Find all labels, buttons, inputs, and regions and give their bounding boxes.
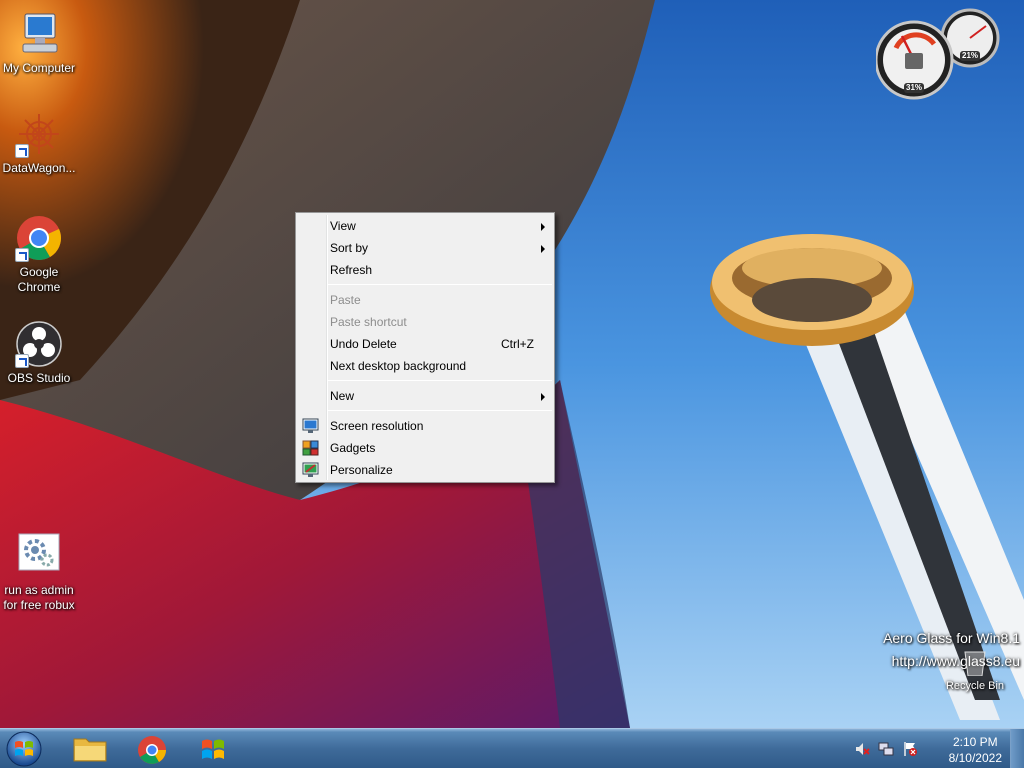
- menu-item-label: Next desktop background: [330, 359, 467, 373]
- chrome-icon: [138, 736, 166, 764]
- menu-separator: [328, 410, 552, 411]
- menu-separator: [328, 380, 552, 381]
- start-button[interactable]: [4, 730, 44, 768]
- menu-item-refresh[interactable]: Refresh: [296, 259, 554, 281]
- gauge-dials: [876, 8, 1000, 100]
- show-desktop-button[interactable]: [1010, 729, 1024, 768]
- menu-item-label: Paste shortcut: [330, 315, 407, 329]
- desktop-icon-label: DataWagon...: [2, 161, 76, 175]
- submenu-arrow-icon: [541, 393, 545, 401]
- menu-item-personalize[interactable]: Personalize: [296, 459, 554, 481]
- taskbar-file-explorer-button[interactable]: [62, 731, 118, 767]
- cpu-usage-readout: 31%: [904, 83, 925, 93]
- menu-item-label: Gadgets: [330, 441, 376, 455]
- shortcut-arrow-icon: [15, 144, 29, 158]
- menu-item-shortcut: Ctrl+Z: [501, 337, 534, 351]
- desktop-icon-label: Google Chrome: [17, 265, 61, 294]
- desktop-context-menu: View Sort by Refresh Paste Paste shortcu…: [295, 212, 555, 483]
- network-icon[interactable]: [878, 741, 894, 757]
- desktop-icon-google-chrome[interactable]: Google Chrome: [0, 214, 78, 295]
- taskbar-clock[interactable]: 2:10 PM 8/10/2022: [949, 734, 1002, 766]
- chrome-icon: [15, 214, 63, 262]
- desktop-icon-my-computer[interactable]: My Computer: [0, 10, 78, 76]
- menu-item-label: Sort by: [330, 241, 369, 255]
- clock-date: 8/10/2022: [948, 751, 1002, 765]
- menu-item-label: View: [330, 219, 356, 233]
- taskbar-windows-button[interactable]: [186, 731, 242, 767]
- computer-icon: [15, 10, 63, 58]
- desktop-icon-recycle-bin[interactable]: Recycle Bin: [936, 650, 1014, 694]
- menu-item-paste-shortcut: Paste shortcut: [296, 311, 554, 333]
- menu-item-gadgets[interactable]: Gadgets: [296, 437, 554, 459]
- menu-item-view[interactable]: View: [296, 215, 554, 237]
- datawagon-icon: [15, 110, 63, 158]
- desktop-icon-label: Recycle Bin: [945, 680, 1005, 692]
- personalize-icon: [302, 462, 319, 477]
- desktop-icon-label: OBS Studio: [7, 371, 71, 385]
- recycle-bin-icon: [951, 650, 999, 677]
- taskbar: 2:10 PM 8/10/2022: [0, 728, 1024, 768]
- memory-usage-readout: 21%: [960, 51, 981, 61]
- gadgets-icon: [302, 440, 319, 456]
- desktop-icon-obs-studio[interactable]: OBS Studio: [0, 320, 78, 386]
- windows-flag-icon: [202, 739, 224, 759]
- submenu-arrow-icon: [541, 245, 545, 253]
- menu-item-new[interactable]: New: [296, 385, 554, 407]
- menu-item-sort-by[interactable]: Sort by: [296, 237, 554, 259]
- shortcut-arrow-icon: [15, 248, 29, 262]
- obs-icon: [15, 320, 63, 368]
- desktop[interactable]: My Computer DataWagon... Google Chrome O…: [0, 0, 1024, 728]
- clock-time: 2:10 PM: [952, 735, 998, 749]
- settings-gear-icon: [15, 532, 63, 580]
- desktop-icon-run-as-admin[interactable]: run as admin for free robux: [0, 532, 78, 613]
- menu-separator: [328, 284, 552, 285]
- shortcut-arrow-icon: [15, 354, 29, 368]
- taskbar-chrome-button[interactable]: [124, 731, 180, 767]
- menu-item-label: Personalize: [330, 463, 393, 477]
- action-center-flag-icon[interactable]: [902, 741, 918, 757]
- menu-item-label: Undo Delete: [330, 337, 397, 351]
- menu-item-next-desktop-background[interactable]: Next desktop background: [296, 355, 554, 377]
- menu-item-label: New: [330, 389, 355, 403]
- volume-muted-icon[interactable]: [854, 741, 870, 757]
- desktop-icon-label: run as admin for free robux: [3, 583, 75, 612]
- system-tray: 2:10 PM 8/10/2022: [854, 729, 1024, 768]
- desktop-icon-datawagon[interactable]: DataWagon...: [0, 110, 78, 176]
- menu-item-paste: Paste: [296, 289, 554, 311]
- monitor-icon: [302, 418, 319, 433]
- menu-item-label: Paste: [330, 293, 361, 307]
- submenu-arrow-icon: [541, 223, 545, 231]
- menu-item-label: Refresh: [330, 263, 373, 277]
- menu-item-screen-resolution[interactable]: Screen resolution: [296, 415, 554, 437]
- windows-orb-icon: [6, 731, 42, 767]
- file-explorer-icon: [73, 738, 107, 762]
- cpu-meter-gadget[interactable]: 31% 21%: [876, 8, 1000, 102]
- watermark-title: Aero Glass for Win8.1: [883, 630, 1020, 646]
- desktop-icon-label: My Computer: [2, 61, 76, 75]
- menu-item-undo-delete[interactable]: Undo Delete Ctrl+Z: [296, 333, 554, 355]
- menu-item-label: Screen resolution: [330, 419, 424, 433]
